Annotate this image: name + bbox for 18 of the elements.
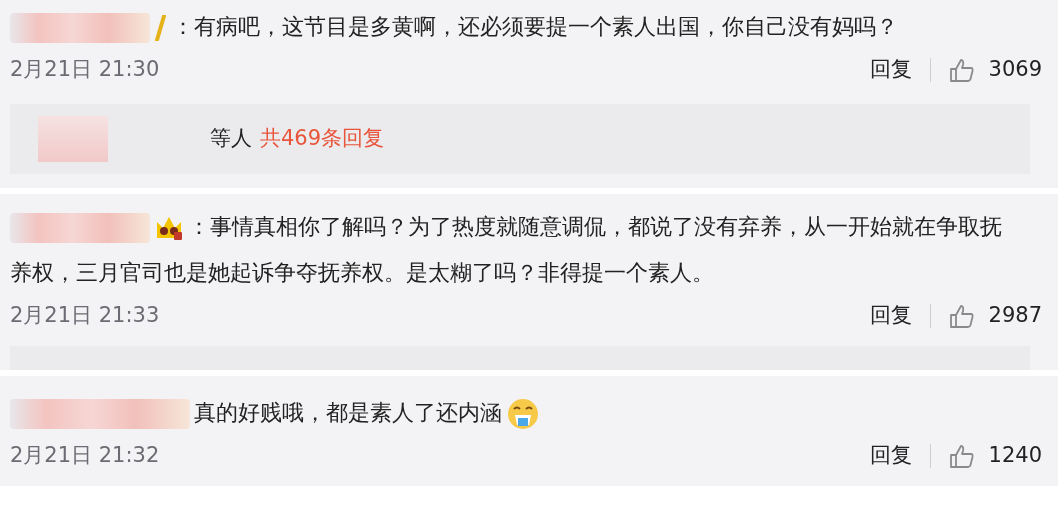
- blurred-avatar: [38, 116, 108, 162]
- comment-time: 2月21日 21:32: [10, 442, 160, 470]
- pen-badge-icon: [154, 15, 168, 41]
- reply-button[interactable]: 回复: [869, 440, 912, 472]
- reply-button[interactable]: 回复: [869, 54, 912, 86]
- thumbs-up-icon[interactable]: [948, 57, 975, 83]
- thumbs-up-icon[interactable]: [948, 443, 975, 469]
- like-count: 1240: [988, 442, 1042, 470]
- comment-time: 2月21日 21:30: [10, 56, 160, 84]
- replies-others: 等人: [210, 125, 252, 153]
- reply-button[interactable]: 回复: [869, 300, 912, 332]
- comment-text: ：有病吧，这节目是多黄啊，还必须要提一个素人出国，你自己没有妈吗？: [10, 4, 1048, 50]
- thumbs-up-icon[interactable]: [948, 303, 975, 329]
- comment-time: 2月21日 21:33: [10, 302, 160, 330]
- comment-text: ：事情真相你了解吗？为了热度就随意调侃，都说了没有弃养，从一开始就在争取抚养权，三月官司也是她起诉争夺抚养权。是太糊了吗？非得提一个素人。: [10, 212, 1003, 287]
- comment-text: 真的好贱哦，都是素人了还内涵: [10, 390, 1048, 436]
- like-count: 3069: [988, 56, 1042, 84]
- like-count: 2987: [988, 302, 1042, 330]
